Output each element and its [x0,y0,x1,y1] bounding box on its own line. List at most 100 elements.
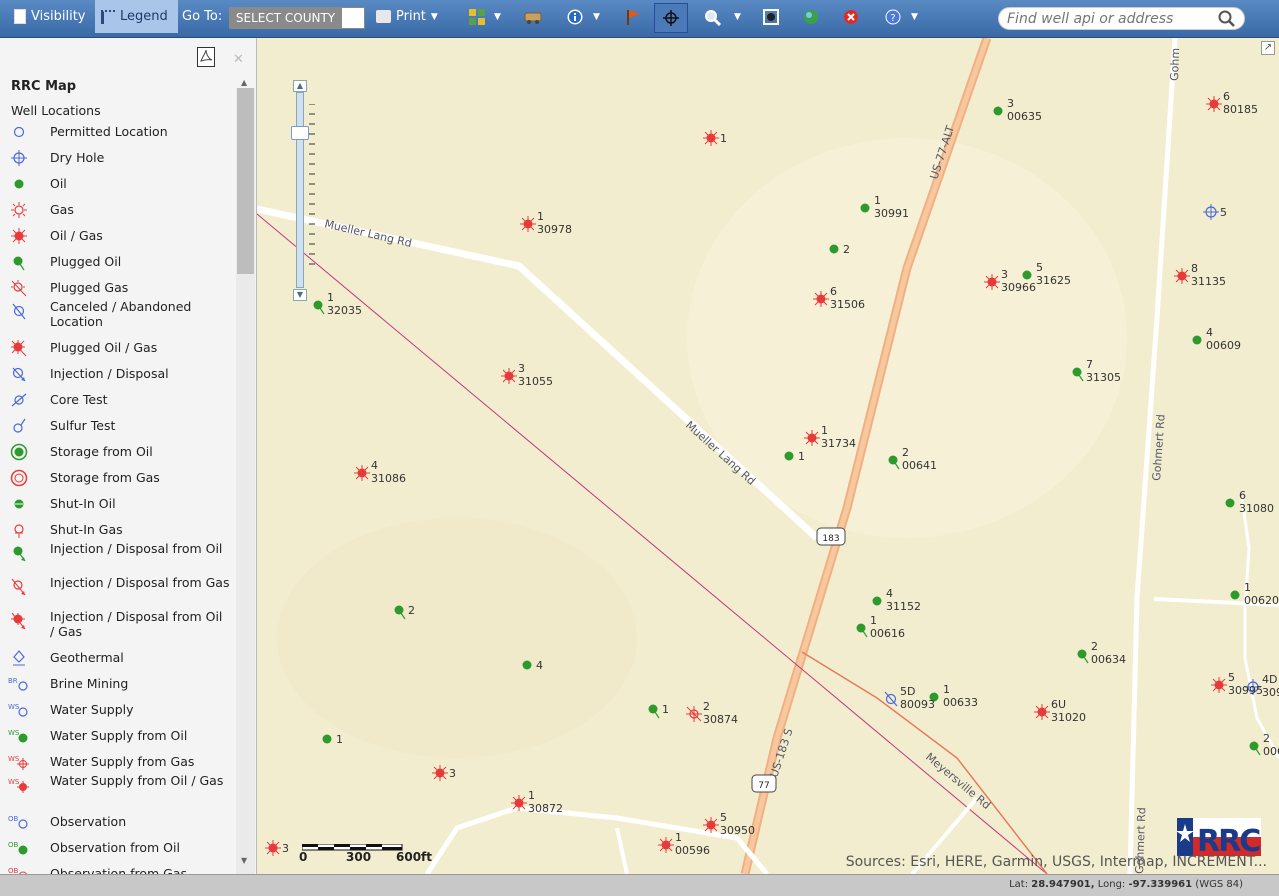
search-input[interactable] [1007,10,1217,28]
well-number: 1 [336,733,343,746]
well-number: 1 [675,831,682,844]
map-canvas[interactable]: Mueller Lang Rd Mueller Lang Rd US-77-AL… [257,38,1279,874]
well-api: 31080 [1239,502,1274,515]
well-oil-symbol[interactable] [993,106,1003,116]
legend-scrollbar[interactable]: ▲ ▼ [236,78,255,874]
well-number: 7 [1086,358,1093,371]
chevron-down-icon[interactable]: ▼ [494,12,501,22]
well-label: 8 31135 [1191,262,1226,288]
well-oil-gas-symbol[interactable] [703,130,719,146]
oil-icon [8,175,30,193]
close-clear-icon[interactable] [842,8,860,26]
chevron-down-icon[interactable]: ▼ [911,12,918,22]
legend-item-label: Water Supply from Oil / Gas [50,773,224,788]
well-oil-gas-symbol[interactable] [1174,268,1190,284]
scroll-down-arrow-icon[interactable]: ▼ [241,856,247,865]
expand-map-icon[interactable]: ↗ [1261,41,1275,55]
well-oil-symbol[interactable] [872,596,882,606]
dry-hole-icon [8,149,30,167]
well-oil-gas-symbol[interactable] [520,216,536,232]
zoom-in-button[interactable]: ▲ [293,80,307,92]
flag-icon[interactable] [624,8,642,26]
county-select-value[interactable]: SELECT COUNTY [229,7,342,29]
zoom-search-icon[interactable] [703,8,721,26]
search-box[interactable] [998,7,1245,30]
well-oil-gas-symbol[interactable] [1206,96,1222,112]
help-icon[interactable]: ? [884,8,902,26]
chevron-down-icon[interactable]: ▼ [734,12,741,22]
lat-value: 28.947901, [1031,879,1095,890]
basemap-grid-icon[interactable] [468,8,486,26]
crosshair-icon [663,10,679,26]
visibility-label: Visibility [31,9,86,24]
scroll-thumb[interactable] [237,88,254,274]
long-value: -97.339961 [1128,879,1193,890]
layers-truck-icon[interactable] [524,8,542,26]
shut-in-oil-icon [8,495,30,513]
well-oil-gas-symbol[interactable] [511,795,527,811]
well-label: 7 31305 [1086,358,1121,384]
full-extent-icon[interactable] [762,8,780,26]
well-oil-symbol[interactable] [1192,335,1202,345]
well-number: 6 [1223,90,1230,103]
label-shield-77: 77 [758,781,769,791]
well-oil-gas-symbol[interactable] [432,765,448,781]
pdf-export-icon[interactable] [197,47,215,67]
well-api: 00634 [1091,653,1126,666]
well-oil-gas-symbol[interactable] [265,840,281,856]
well-api: 31055 [518,375,553,388]
well-api: 31086 [371,472,406,485]
well-oil-gas-symbol[interactable] [1211,677,1227,693]
well-api: 30874 [703,713,738,726]
legend-item-label: Permitted Location [50,124,168,139]
well-oil-symbol[interactable] [322,734,332,744]
well-number: 3 [282,842,289,855]
info-icon[interactable] [566,8,584,26]
well-oil-gas-symbol[interactable] [658,837,674,853]
label-shield-183: 183 [822,534,839,544]
zoom-out-button[interactable]: ▼ [293,289,307,301]
print-button[interactable]: Print ▼ [370,0,444,33]
well-oil-symbol[interactable] [522,660,532,670]
svg-text:WS: WS [8,729,20,737]
well-oil-symbol[interactable] [1230,590,1240,600]
legend-button[interactable]: Legend [95,0,178,33]
well-oil-symbol[interactable] [784,451,794,461]
chevron-down-icon[interactable]: ▼ [593,12,600,22]
sulfur-test-icon [8,417,30,435]
zoom-track[interactable] [296,92,304,288]
legend-item-label: Observation from Oil [50,840,180,855]
legend-item-label: Observation [50,814,127,829]
legend-item-label: Plugged Gas [50,280,129,295]
well-label: 1 [720,132,727,145]
oil-gas-icon [8,227,30,245]
well-oil-gas-symbol[interactable] [813,291,829,307]
well-oil-gas-symbol[interactable] [804,430,820,446]
well-number: 2 [408,604,415,617]
well-label: 5 30950 [720,811,755,837]
well-api: 30991 [874,207,909,220]
legend-item-label: Dry Hole [50,150,105,165]
well-oil-gas-symbol[interactable] [501,368,517,384]
zoom-slider[interactable]: ▲ ▼ [291,80,315,302]
well-oil-gas-symbol[interactable] [1034,704,1050,720]
well-number: 1 [720,132,727,145]
close-legend-icon[interactable]: ✕ [233,52,244,67]
lat-label: Lat: [1009,879,1029,890]
visibility-button[interactable]: Visibility [8,0,91,33]
well-api: 31152 [886,600,921,613]
well-label: 4 00609 [1206,326,1241,352]
scroll-up-arrow-icon[interactable]: ▲ [241,78,247,87]
globe-icon[interactable] [802,8,820,26]
well-number: 6 [830,285,837,298]
scale-label-0: 0 [299,850,308,864]
well-oil-symbol[interactable] [860,203,870,213]
search-icon[interactable] [1218,10,1236,31]
zoom-thumb[interactable] [291,126,309,140]
well-oil-gas-symbol[interactable] [984,274,1000,290]
well-oil-symbol[interactable] [1225,498,1235,508]
well-oil-symbol[interactable] [829,244,839,254]
well-oil-gas-symbol[interactable] [354,465,370,481]
identify-crosshair-button[interactable] [654,3,688,33]
geothermal-icon [8,649,30,667]
